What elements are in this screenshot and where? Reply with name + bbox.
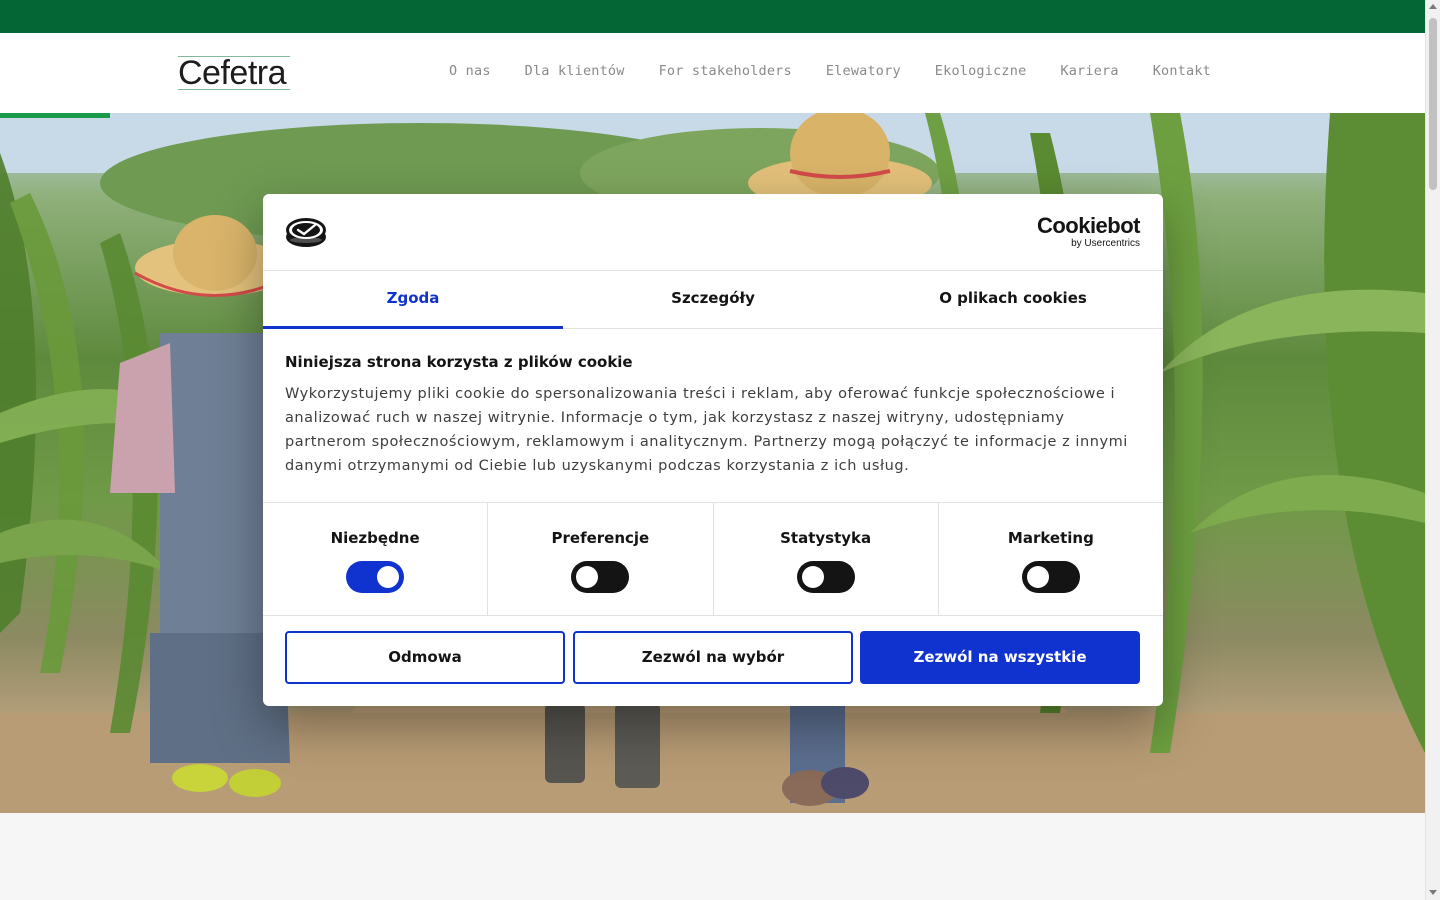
- nav-item-kontakt[interactable]: Kontakt: [1153, 63, 1211, 79]
- toggle-statystyka[interactable]: [796, 561, 855, 593]
- tab-o-plikach-cookies[interactable]: O plikach cookies: [863, 271, 1163, 328]
- toggle-knob: [1026, 566, 1049, 588]
- logo-text: Cefetra: [178, 54, 287, 92]
- cookie-actions: Odmowa Zezwól na wybór Zezwól na wszystk…: [285, 631, 1141, 684]
- logo-line-bottom: [178, 89, 290, 90]
- nav-item-for-stakeholders[interactable]: For stakeholders: [659, 63, 792, 79]
- deny-button[interactable]: Odmowa: [285, 631, 565, 684]
- cookie-dialog-body: Niniejsza strona korzysta z plików cooki…: [285, 352, 1145, 478]
- site-logo[interactable]: Cefetra: [178, 54, 290, 92]
- allow-all-button[interactable]: Zezwól na wszystkie: [860, 631, 1140, 684]
- toggle-knob: [576, 566, 599, 588]
- main-nav: O nas Dla klientów For stakeholders Elew…: [449, 63, 1211, 79]
- toggle-preferencje[interactable]: [571, 561, 630, 593]
- toggle-label-statystyka: Statystyka: [780, 529, 872, 547]
- allow-selection-button[interactable]: Zezwól na wybór: [573, 631, 853, 684]
- cookie-consent-dialog: Cookiebot by Usercentrics Zgoda Szczegół…: [263, 194, 1163, 706]
- nav-item-o-nas[interactable]: O nas: [449, 63, 491, 79]
- page-scrollbar[interactable]: [1425, 0, 1440, 900]
- toggle-niezbedne[interactable]: [346, 561, 405, 593]
- toggle-label-niezbedne: Niezbędne: [330, 529, 420, 547]
- nav-item-ekologiczne[interactable]: Ekologiczne: [935, 63, 1027, 79]
- tab-zgoda[interactable]: Zgoda: [263, 271, 563, 329]
- header-accent-line: [0, 113, 110, 118]
- cookiebot-logo-text: Cookiebot: [1036, 213, 1141, 238]
- cookie-tabs: Zgoda Szczegóły O plikach cookies: [263, 271, 1163, 329]
- toggle-col-marketing: Marketing: [939, 503, 1163, 615]
- nav-item-kariera[interactable]: Kariera: [1060, 63, 1118, 79]
- toggle-knob: [377, 566, 400, 588]
- toggle-col-preferencje: Preferencje: [488, 503, 714, 615]
- toggle-knob: [801, 566, 824, 588]
- site-header: Cefetra O nas Dla klientów For stakehold…: [0, 33, 1425, 113]
- cookiebot-logo-sub: by Usercentrics: [1071, 238, 1140, 249]
- nav-item-elewatory[interactable]: Elewatory: [826, 63, 901, 79]
- toggle-label-marketing: Marketing: [1007, 529, 1094, 547]
- top-green-bar: [0, 0, 1425, 33]
- toggle-marketing[interactable]: [1021, 561, 1080, 593]
- cookie-dialog-header: Cookiebot by Usercentrics: [263, 194, 1163, 271]
- logo-line-top: [178, 56, 290, 57]
- nav-item-dla-klientow[interactable]: Dla klientów: [525, 63, 625, 79]
- cookie-category-toggles: Niezbędne Preferencje Statystyka Marketi…: [263, 502, 1163, 616]
- cookie-dialog-title: Niniejsza strona korzysta z plików cooki…: [285, 353, 633, 371]
- scrollbar-thumb[interactable]: [1429, 18, 1437, 190]
- page-below-hero: [0, 813, 1425, 900]
- cookie-dialog-text: Wykorzystujemy pliki cookie do spersonal…: [285, 386, 1128, 474]
- toggle-col-niezbedne: Niezbędne: [263, 503, 489, 615]
- scroll-down-icon[interactable]: [1429, 890, 1437, 895]
- toggle-col-statystyka: Statystyka: [714, 503, 939, 615]
- toggle-label-preferencje: Preferencje: [551, 529, 650, 547]
- scroll-up-icon[interactable]: [1429, 4, 1437, 9]
- tab-szczegoly[interactable]: Szczegóły: [563, 271, 863, 328]
- cookiebot-brand[interactable]: Cookiebot by Usercentrics: [1036, 213, 1141, 250]
- cookie-icon: [285, 216, 327, 252]
